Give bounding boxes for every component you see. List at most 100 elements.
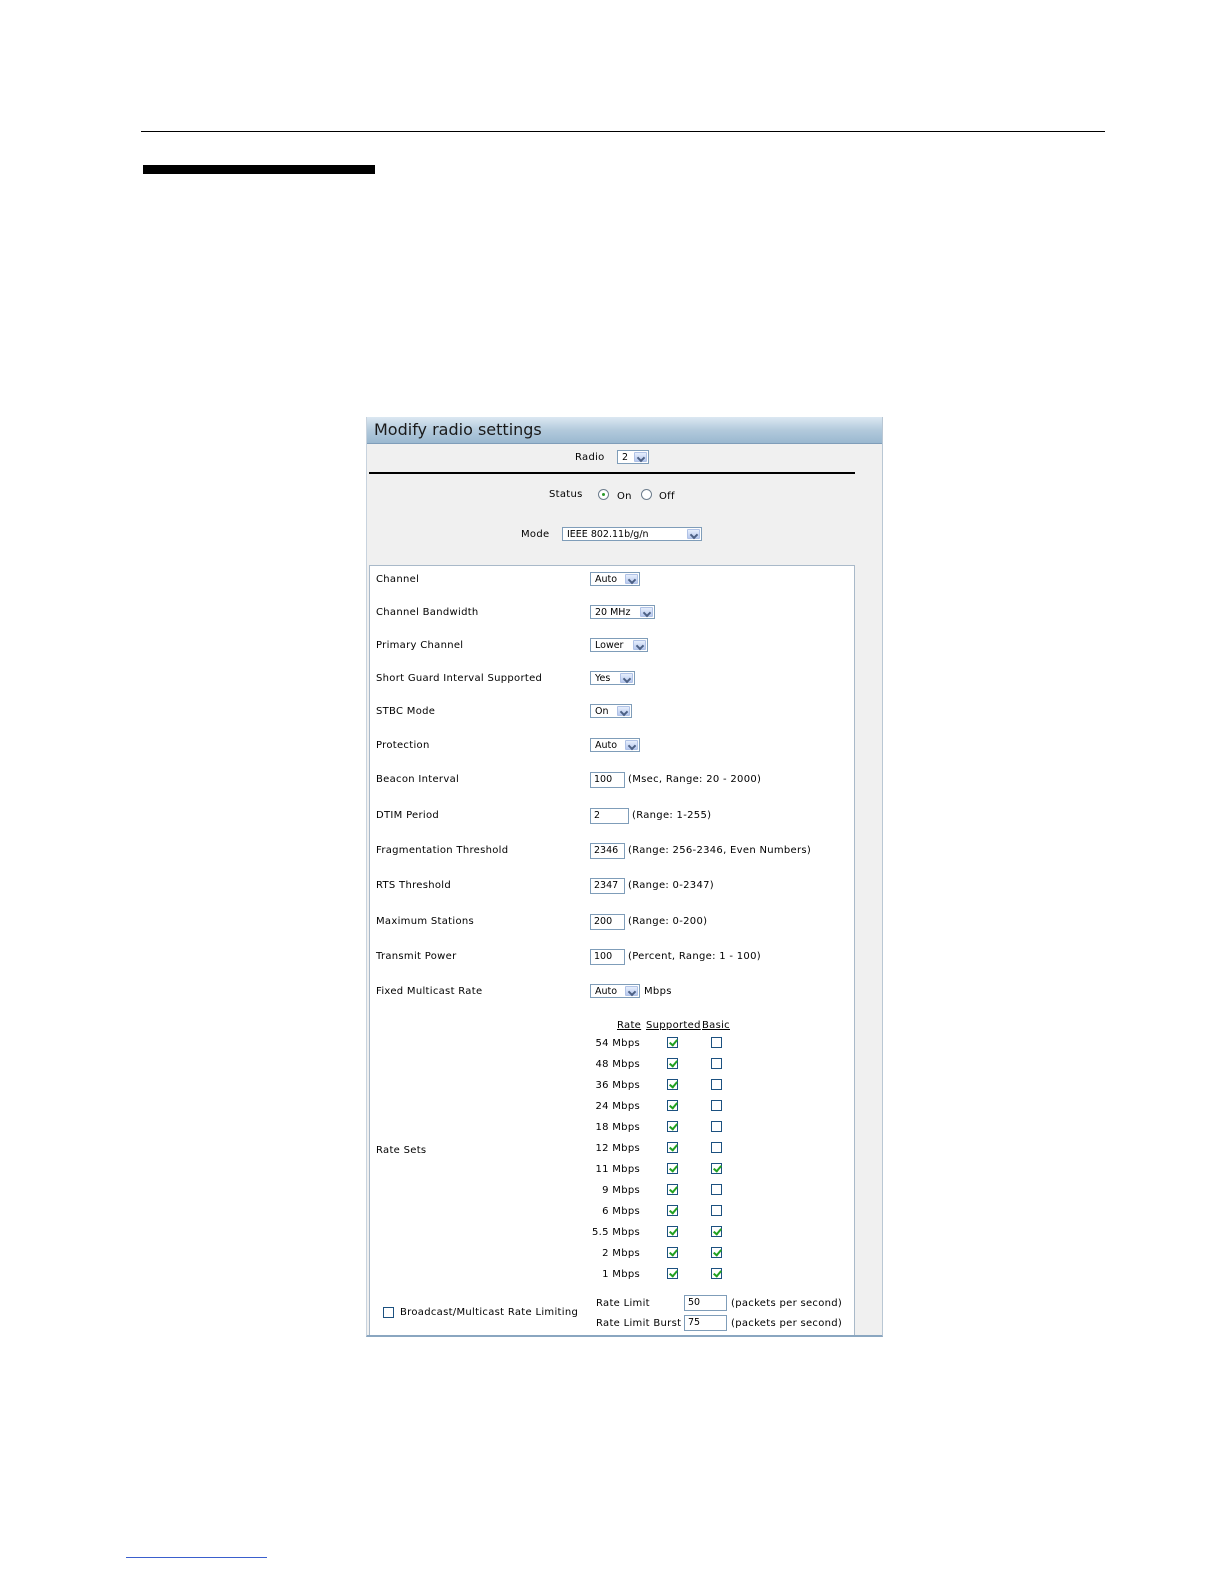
panel-title: Modify radio settings xyxy=(374,420,542,439)
dtim-period-label: DTIM Period xyxy=(376,810,440,821)
rate-supported-checkbox[interactable] xyxy=(667,1247,678,1258)
rate-supported-checkbox[interactable] xyxy=(667,1100,678,1111)
max-stations-hint: (Range: 0-200) xyxy=(628,916,708,927)
rate-basic-checkbox[interactable] xyxy=(711,1205,722,1216)
rate-row-label: 6 Mbps xyxy=(602,1206,640,1217)
rate-supported-checkbox[interactable] xyxy=(667,1226,678,1237)
rate-row-label: 9 Mbps xyxy=(602,1185,640,1196)
rate-supported-checkbox[interactable] xyxy=(667,1163,678,1174)
dtim-period-input[interactable]: 2 xyxy=(590,808,629,824)
rate-basic-checkbox[interactable] xyxy=(711,1268,722,1279)
beacon-interval-input[interactable]: 100 xyxy=(590,772,625,788)
stbc-mode-select[interactable]: On xyxy=(590,704,632,718)
frag-threshold-hint: (Range: 256-2346, Even Numbers) xyxy=(628,845,812,856)
rate-limit-input[interactable]: 50 xyxy=(684,1295,727,1311)
rate-supported-checkbox[interactable] xyxy=(667,1184,678,1195)
fixed-multicast-value: Auto xyxy=(595,986,618,997)
rate-sets-label: Rate Sets xyxy=(376,1145,427,1156)
rate-limiting-label: Broadcast/Multicast Rate Limiting xyxy=(400,1307,579,1318)
chevron-down-icon xyxy=(625,986,638,996)
rate-row-label: 48 Mbps xyxy=(595,1059,640,1070)
max-stations-input[interactable]: 200 xyxy=(590,914,625,930)
chevron-down-icon xyxy=(620,673,633,683)
primary-channel-value: Lower xyxy=(595,640,624,651)
status-label: Status xyxy=(549,489,583,500)
channel-bandwidth-label: Channel Bandwidth xyxy=(376,607,479,618)
mode-select-value: IEEE 802.11b/g/n xyxy=(567,529,649,540)
max-stations-label: Maximum Stations xyxy=(376,916,475,927)
rts-threshold-input[interactable]: 2347 xyxy=(590,878,625,894)
rate-basic-checkbox[interactable] xyxy=(711,1121,722,1132)
rate-header: Rate xyxy=(617,1020,642,1031)
channel-select[interactable]: Auto xyxy=(590,572,640,586)
rate-limit-label: Rate Limit xyxy=(596,1298,650,1309)
channel-select-value: Auto xyxy=(595,574,618,585)
fixed-multicast-unit: Mbps xyxy=(644,986,672,997)
channel-bandwidth-value: 20 MHz xyxy=(595,607,631,618)
basic-header: Basic xyxy=(702,1020,730,1031)
rate-supported-checkbox[interactable] xyxy=(667,1058,678,1069)
rts-threshold-hint: (Range: 0-2347) xyxy=(628,880,714,891)
short-guard-select[interactable]: Yes xyxy=(590,671,635,685)
rate-basic-checkbox[interactable] xyxy=(711,1100,722,1111)
protection-select[interactable]: Auto xyxy=(590,738,640,752)
chevron-down-icon xyxy=(625,740,638,750)
transmit-power-input[interactable]: 100 xyxy=(590,949,625,965)
rate-basic-checkbox[interactable] xyxy=(711,1142,722,1153)
chevron-down-icon xyxy=(633,640,646,650)
dtim-period-hint: (Range: 1-255) xyxy=(632,810,712,821)
rate-supported-checkbox[interactable] xyxy=(667,1079,678,1090)
short-guard-label: Short Guard Interval Supported xyxy=(376,673,543,684)
rate-basic-checkbox[interactable] xyxy=(711,1247,722,1258)
chevron-down-icon xyxy=(625,574,638,584)
rate-row-label: 54 Mbps xyxy=(595,1038,640,1049)
beacon-interval-hint: (Msec, Range: 20 - 2000) xyxy=(628,774,762,785)
section-heading-bar xyxy=(143,165,375,174)
chevron-down-icon xyxy=(617,706,630,716)
rate-row-label: 1 Mbps xyxy=(602,1269,640,1280)
mode-select[interactable]: IEEE 802.11b/g/n xyxy=(562,527,702,541)
mode-label: Mode xyxy=(521,529,550,540)
divider xyxy=(369,472,855,474)
panel-titlebar: Modify radio settings xyxy=(367,417,882,444)
rate-limit-burst-input[interactable]: 75 xyxy=(684,1315,727,1331)
rate-row-label: 24 Mbps xyxy=(595,1101,640,1112)
primary-channel-select[interactable]: Lower xyxy=(590,638,648,652)
protection-label: Protection xyxy=(376,740,430,751)
rate-limit-burst-unit: (packets per second) xyxy=(731,1318,843,1329)
channel-bandwidth-select[interactable]: 20 MHz xyxy=(590,605,655,619)
rate-supported-checkbox[interactable] xyxy=(667,1121,678,1132)
frag-threshold-input[interactable]: 2346 xyxy=(590,843,625,859)
rate-row-label: 2 Mbps xyxy=(602,1248,640,1259)
rate-supported-checkbox[interactable] xyxy=(667,1142,678,1153)
status-off-radio[interactable] xyxy=(641,489,652,500)
rate-basic-checkbox[interactable] xyxy=(711,1184,722,1195)
rate-basic-checkbox[interactable] xyxy=(711,1037,722,1048)
stbc-mode-label: STBC Mode xyxy=(376,706,436,717)
rate-supported-checkbox[interactable] xyxy=(667,1205,678,1216)
rate-supported-checkbox[interactable] xyxy=(667,1037,678,1048)
chevron-down-icon xyxy=(634,452,647,462)
rate-supported-checkbox[interactable] xyxy=(667,1268,678,1279)
short-guard-value: Yes xyxy=(595,673,611,684)
radio-label: Radio xyxy=(575,452,605,463)
rate-row-label: 12 Mbps xyxy=(595,1143,640,1154)
radio-select[interactable]: 2 xyxy=(617,450,649,464)
rate-row-label: 11 Mbps xyxy=(595,1164,640,1175)
rate-limiting-checkbox[interactable] xyxy=(383,1307,394,1318)
rate-basic-checkbox[interactable] xyxy=(711,1058,722,1069)
protection-value: Auto xyxy=(595,740,618,751)
rate-basic-checkbox[interactable] xyxy=(711,1163,722,1174)
channel-label: Channel xyxy=(376,574,420,585)
rate-limit-unit: (packets per second) xyxy=(731,1298,843,1309)
radio-select-value: 2 xyxy=(622,452,629,463)
page-top-rule xyxy=(141,131,1105,132)
status-on-label: On xyxy=(617,491,632,502)
transmit-power-hint: (Percent, Range: 1 - 100) xyxy=(628,951,761,962)
rate-basic-checkbox[interactable] xyxy=(711,1226,722,1237)
status-on-radio[interactable] xyxy=(598,489,609,500)
rate-row-label: 18 Mbps xyxy=(595,1122,640,1133)
rate-basic-checkbox[interactable] xyxy=(711,1079,722,1090)
rate-limit-burst-label: Rate Limit Burst xyxy=(596,1318,682,1329)
fixed-multicast-select[interactable]: Auto xyxy=(590,984,640,998)
